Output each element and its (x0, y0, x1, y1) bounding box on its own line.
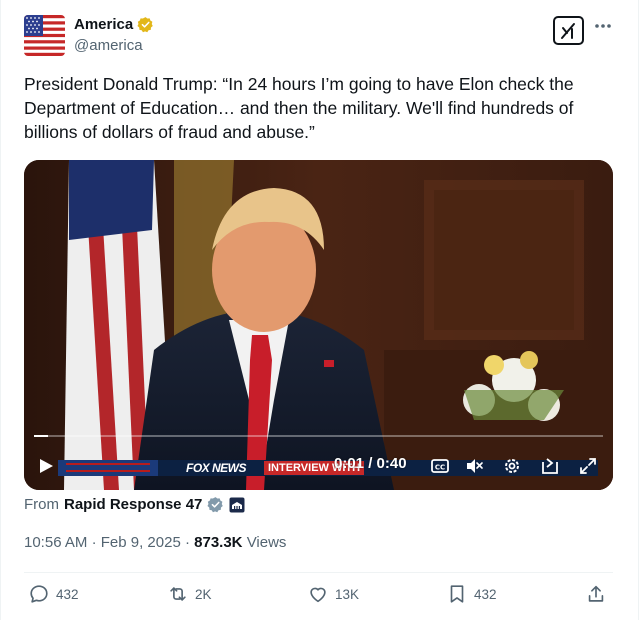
settings-gear-icon[interactable] (502, 456, 522, 476)
bookmark-button[interactable]: 432 (446, 583, 497, 605)
repost-icon (170, 587, 186, 601)
heart-icon (310, 587, 326, 603)
svg-text:CC: CC (435, 464, 445, 472)
tweet-text: President Donald Trump: “In 24 hours I’m… (24, 74, 574, 142)
media-source-attribution: From Rapid Response 47 (24, 496, 245, 513)
white-house-badge-icon (229, 497, 245, 512)
tweet-date[interactable]: Feb 9, 2025 (101, 534, 181, 551)
author-name-row[interactable]: America (74, 16, 154, 33)
author-avatar[interactable] (24, 15, 65, 56)
video-controls: FOX NEWS INTERVIEW WITH 0:01 / 0:40 CC (24, 450, 613, 480)
repost-count: 2K (195, 586, 212, 602)
reply-button[interactable]: 432 (28, 583, 79, 605)
author-handle[interactable]: @america (74, 37, 143, 54)
mute-icon[interactable] (464, 456, 484, 476)
verified-badge-icon (137, 17, 153, 33)
tweet-meta: 10:56 AM · Feb 9, 2025 · 873.3K Views (24, 534, 286, 551)
bookmark-icon (450, 585, 464, 603)
gray-verified-badge-icon (207, 497, 224, 513)
play-icon[interactable] (38, 458, 54, 474)
meta-separator: · (184, 534, 190, 551)
us-flag-icon (24, 15, 65, 56)
video-time-readout: 0:01 / 0:40 (334, 455, 407, 472)
captions-icon[interactable]: CC (430, 456, 450, 476)
from-label: From (24, 496, 59, 513)
share-button[interactable] (585, 583, 607, 605)
meta-separator: · (91, 534, 97, 551)
more-options-button[interactable] (594, 20, 612, 30)
tweet-actions: 432 2K 13K 432 (1, 583, 639, 609)
picture-in-picture-icon[interactable] (540, 456, 560, 476)
ticker-line (66, 463, 150, 465)
video-progress-fill (34, 435, 49, 437)
tweet-card: America @america President Donald Trump:… (0, 0, 639, 620)
video-frame (24, 160, 613, 490)
author-display-name[interactable]: America (74, 16, 133, 33)
more-dots-icon (595, 24, 611, 28)
share-icon (588, 585, 604, 602)
grok-icon (560, 22, 575, 39)
repost-button[interactable]: 2K (167, 583, 212, 605)
reply-count: 432 (56, 586, 79, 602)
divider (24, 572, 613, 573)
grok-button[interactable] (553, 16, 584, 45)
source-account-link[interactable]: Rapid Response 47 (64, 496, 202, 513)
bookmark-count: 432 (474, 586, 497, 602)
fullscreen-icon[interactable] (578, 456, 598, 476)
views-count[interactable]: 873.3K (194, 534, 242, 551)
views-label: Views (246, 534, 287, 551)
video-progress-bar[interactable] (34, 435, 603, 437)
ticker-logo: FOX NEWS (186, 461, 247, 475)
tweet-time[interactable]: 10:56 AM (24, 534, 87, 551)
like-button[interactable]: 13K (307, 583, 359, 605)
ticker-line (66, 470, 150, 472)
reply-icon (30, 585, 48, 603)
video-player[interactable]: FOX NEWS INTERVIEW WITH 0:01 / 0:40 CC (24, 160, 613, 490)
like-count: 13K (335, 586, 360, 602)
